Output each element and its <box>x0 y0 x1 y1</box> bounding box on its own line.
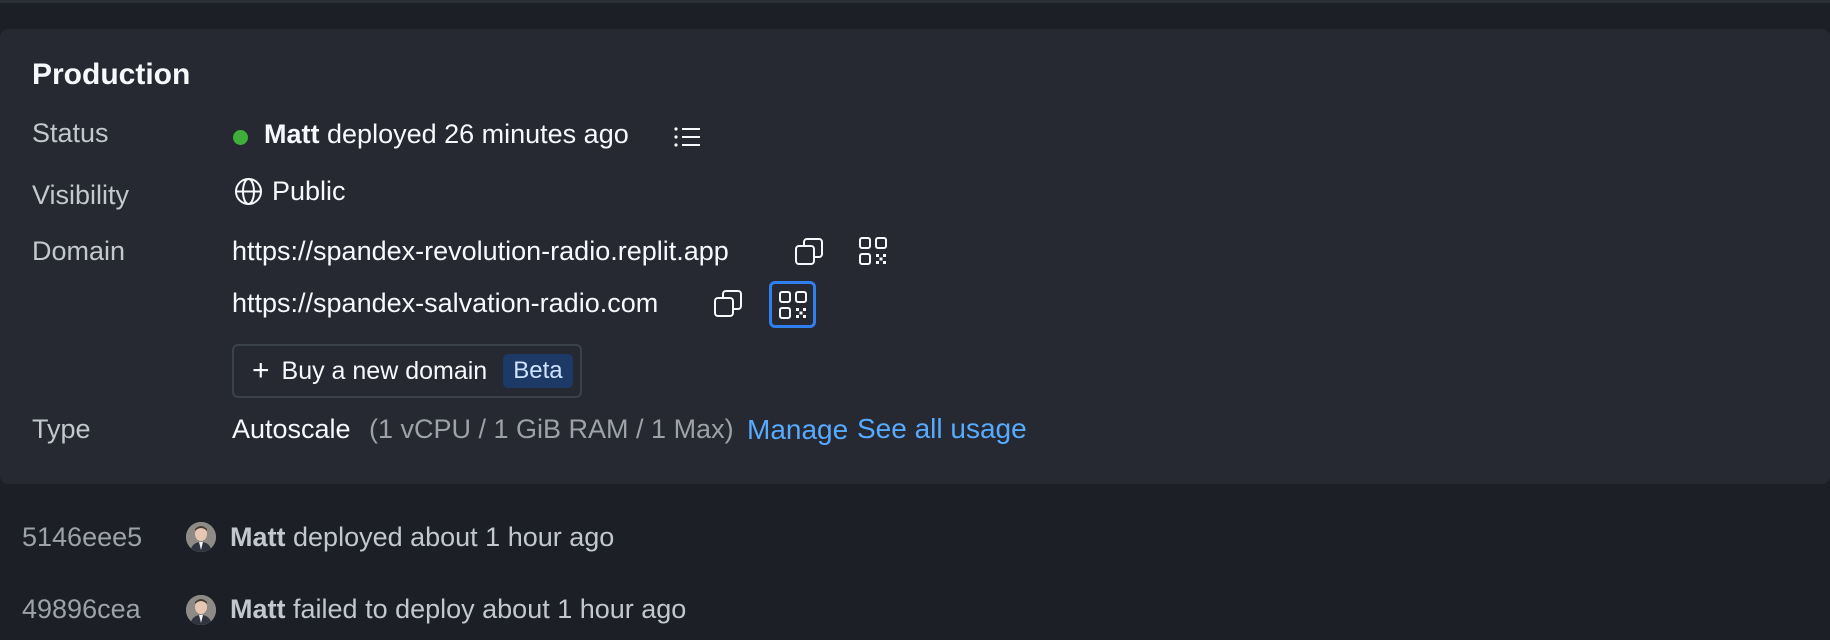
see-all-usage-link[interactable]: See all usage <box>857 413 1027 445</box>
buy-domain-label: Buy a new domain <box>281 356 488 385</box>
list-icon <box>674 127 700 147</box>
type-detail: (1 vCPU / 1 GiB RAM / 1 Max) <box>369 414 734 444</box>
history-user: Matt <box>230 522 286 552</box>
type-label: Type <box>32 414 91 444</box>
status-dot <box>233 130 248 145</box>
buy-domain-button[interactable]: + Buy a new domain Beta <box>232 344 582 398</box>
visibility-label: Visibility <box>32 180 130 210</box>
qr-code-icon <box>859 237 887 265</box>
status-text: Matt deployed 26 minutes ago <box>264 119 629 150</box>
copy-icon <box>714 290 742 317</box>
copy-icon <box>795 238 823 265</box>
deploy-logs-button[interactable] <box>670 122 704 152</box>
manage-link[interactable]: Manage <box>747 414 848 446</box>
status-user: Matt <box>264 119 320 149</box>
history-message: Matt deployed about 1 hour ago <box>230 522 614 553</box>
domain-url-custom[interactable]: https://spandex-salvation-radio.com <box>232 288 658 319</box>
globe-icon <box>233 176 263 206</box>
deployments-page: Production Status Matt deployed 26 minut… <box>0 0 1830 640</box>
avatar <box>186 595 216 625</box>
copy-url-button-primary[interactable] <box>793 236 825 268</box>
qr-code-button-primary[interactable] <box>856 234 890 268</box>
beta-badge: Beta <box>503 354 573 388</box>
copy-url-button-custom[interactable] <box>712 288 744 320</box>
top-spacer <box>0 3 1830 28</box>
commit-hash: 5146eee5 <box>22 522 143 552</box>
status-detail: deployed 26 minutes ago <box>327 119 629 149</box>
history-user: Matt <box>230 594 286 624</box>
domain-url-primary[interactable]: https://spandex-revolution-radio.replit.… <box>232 236 729 267</box>
domain-label: Domain <box>32 236 126 266</box>
visibility-value: Public <box>272 176 346 206</box>
history-detail: failed to deploy about 1 hour ago <box>293 594 687 624</box>
type-value: Autoscale <box>232 414 351 444</box>
avatar <box>186 522 216 552</box>
history-message: Matt failed to deploy about 1 hour ago <box>230 594 686 625</box>
qr-code-icon <box>778 290 807 319</box>
commit-hash: 49896cea <box>22 594 141 624</box>
plus-icon: + <box>252 354 270 387</box>
production-title: Production <box>32 58 191 91</box>
qr-code-button-custom[interactable] <box>769 281 816 328</box>
history-detail: deployed about 1 hour ago <box>293 522 615 552</box>
status-label: Status <box>32 118 109 148</box>
